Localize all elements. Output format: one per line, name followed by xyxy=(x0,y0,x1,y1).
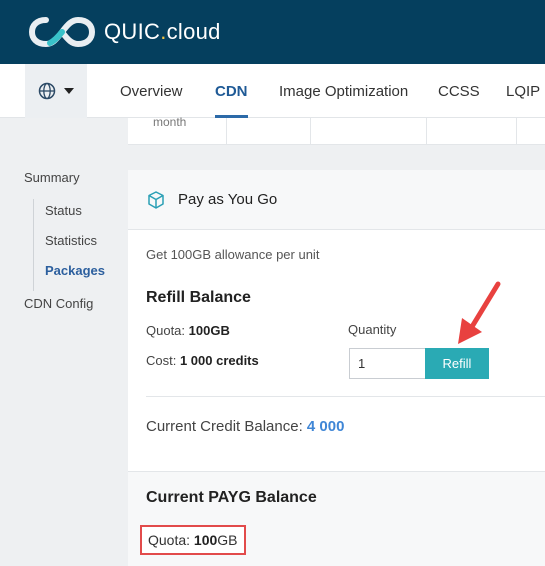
tab-cdn[interactable]: CDN xyxy=(215,64,248,118)
brand-name[interactable]: QUIC.cloud xyxy=(104,19,221,45)
sidebar-item-status[interactable]: Status xyxy=(45,203,82,218)
card-title: Pay as You Go xyxy=(178,191,278,208)
divider xyxy=(146,396,545,397)
infinity-logo-icon[interactable] xyxy=(28,14,96,50)
credit-balance-value[interactable]: 4 000 xyxy=(307,418,345,435)
table-divider xyxy=(516,118,517,145)
allowance-text: Get 100GB allowance per unit xyxy=(146,247,320,262)
table-cell-text: month xyxy=(153,115,187,129)
sidebar-item-statistics[interactable]: Statistics xyxy=(45,233,97,248)
globe-icon xyxy=(38,82,56,100)
quota-row: Quota: 100GB xyxy=(146,323,230,338)
annotation-arrow-icon xyxy=(458,281,501,344)
current-payg-heading: Current PAYG Balance xyxy=(146,489,317,506)
table-divider xyxy=(426,118,427,145)
refill-button[interactable]: Refill xyxy=(425,348,489,379)
sidebar-item-packages[interactable]: Packages xyxy=(45,263,105,278)
language-selector[interactable] xyxy=(25,64,87,118)
cost-row: Cost: 1 000 credits xyxy=(146,353,259,368)
sidebar-item-summary[interactable]: Summary xyxy=(24,170,80,185)
card-header: Pay as You Go xyxy=(128,170,545,230)
quantity-input[interactable] xyxy=(349,348,426,379)
refill-balance-heading: Refill Balance xyxy=(146,289,251,306)
top-nav: Overview CDN Image Optimization CCSS LQI… xyxy=(0,64,545,118)
caret-down-icon xyxy=(64,88,74,94)
sidebar-tree-line xyxy=(33,199,34,291)
tab-ccss[interactable]: CCSS xyxy=(438,64,480,118)
cube-icon xyxy=(148,190,164,209)
current-quota-highlight: Quota: 100GB xyxy=(140,525,246,555)
tab-overview[interactable]: Overview xyxy=(120,64,183,118)
tab-lqip[interactable]: LQIP xyxy=(506,64,540,118)
app-header: QUIC.cloud xyxy=(0,0,545,64)
quantity-label: Quantity xyxy=(348,322,397,337)
usage-table-fragment: month xyxy=(128,115,545,145)
payg-card: Pay as You Go Get 100GB allowance per un… xyxy=(128,170,545,566)
tab-image-optimization[interactable]: Image Optimization xyxy=(279,64,408,118)
current-payg-section: Current PAYG Balance Quota: 100GB xyxy=(128,471,545,566)
table-divider xyxy=(226,118,227,145)
credit-balance: Current Credit Balance: 4 000 xyxy=(146,418,345,435)
sidebar-item-cdn-config[interactable]: CDN Config xyxy=(24,296,93,311)
table-divider xyxy=(310,118,311,145)
